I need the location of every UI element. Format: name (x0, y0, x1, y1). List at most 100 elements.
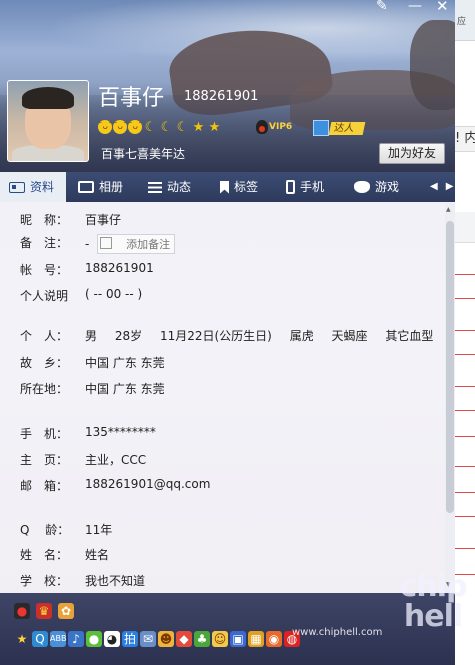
game-icon[interactable]: ☻ (158, 631, 174, 647)
list-icon (148, 181, 162, 193)
info-row-account: 帐 号： 188261901 (20, 261, 154, 278)
app-icon[interactable]: ◉ (266, 631, 282, 647)
daren-badge[interactable]: 达人 (313, 120, 366, 136)
profile-window: ✎ — ✕ 百事仔 188261901 ˘ᴗ˘ ˘ᴗ˘ ˘ᴗ˘ ☾ ☾ ☾ ★ … (0, 0, 455, 665)
info-row-remark: 备 注： - 添加备注 (20, 234, 189, 254)
id-card-icon (9, 181, 25, 193)
tab-games[interactable]: 游戏 (354, 172, 399, 202)
weibo-icon[interactable]: 拍 (122, 631, 138, 647)
signature: 百事七喜美年达 (101, 147, 186, 161)
tab-profile[interactable]: 资料 (0, 172, 66, 202)
info-label: Q 龄： (20, 523, 70, 537)
info-value: 姓名 (85, 548, 110, 562)
info-label: 主 页： (20, 453, 69, 467)
chat-icon[interactable]: ● (86, 631, 102, 647)
info-value: 百事仔 (85, 213, 122, 227)
app-icon[interactable]: ABB (50, 631, 66, 647)
star-icon[interactable]: ★ (14, 631, 30, 647)
pet-icon[interactable]: ✿ (58, 603, 74, 619)
gender: 男 (85, 329, 98, 343)
info-value: - (85, 237, 90, 251)
bottom-app-bar: ● ♛ ✿ ★ Q ABB ♪ ● ◕ 拍 ✉ ☻ ◆ ♣ ☺ ▣ ▦ ◉ ◍ … (0, 593, 455, 665)
minimize-icon[interactable]: — (408, 0, 422, 14)
sun-face-icon: ˘ᴗ˘ (113, 120, 128, 134)
daren-icon (313, 120, 329, 136)
info-value: ( -- 00 -- ) (85, 287, 143, 301)
info-row-email: 邮 箱： 188261901@qq.com (20, 477, 210, 494)
level-icons[interactable]: ˘ᴗ˘ ˘ᴗ˘ ˘ᴗ˘ ☾ ☾ ☾ ★ ★ (98, 120, 222, 136)
info-label: 所在地： (20, 382, 69, 396)
music-icon[interactable]: ♪ (68, 631, 84, 647)
tab-album[interactable]: 相册 (78, 172, 123, 202)
clover-icon[interactable]: ♣ (194, 631, 210, 647)
scroll-up-icon[interactable]: ▲ (446, 206, 451, 213)
info-row-school: 学 校： 我也不知道 (20, 572, 145, 589)
crown-icon[interactable]: ♛ (36, 603, 52, 619)
bottom-badges: ● ♛ ✿ (14, 603, 74, 619)
background-window-title: 应 (457, 17, 467, 27)
info-row-personal: 个 人： 男 28岁 11月22日(公历生日) 属虎 天蝎座 其它血型 (20, 327, 445, 344)
background-divider (455, 330, 475, 331)
avatar-hair (22, 87, 74, 109)
info-value[interactable]: 188261901@qq.com (85, 477, 210, 494)
info-label: 帐 号： (20, 263, 69, 277)
add-friend-button[interactable]: 加为好友 (379, 143, 445, 164)
moon-icon: ☾ (176, 120, 189, 135)
vip-badge[interactable]: VIP6 (256, 120, 292, 134)
star-icon: ★ (192, 120, 205, 135)
tab-scroll-right-icon[interactable]: ▶ (446, 172, 454, 202)
penguin-icon (256, 120, 268, 134)
tab-mobile[interactable]: 手机 (286, 172, 324, 202)
app-icon[interactable]: ▦ (248, 631, 264, 647)
scrollbar-thumb[interactable] (446, 221, 454, 513)
info-label: 手 机： (20, 427, 69, 441)
skin-icon[interactable]: ✎ (376, 0, 388, 14)
tab-label: 游戏 (375, 180, 400, 194)
info-label: 姓 名： (20, 548, 69, 562)
constellation: 天蝎座 (331, 329, 368, 343)
star-icon: ★ (208, 120, 221, 135)
moon-icon: ☾ (144, 120, 157, 135)
background-divider (455, 298, 475, 299)
info-value: 我也不知道 (85, 574, 146, 588)
background-divider (455, 516, 475, 517)
add-remark-button[interactable]: 添加备注 (97, 234, 176, 254)
emoji-icon[interactable]: ☺ (212, 631, 228, 647)
mail-icon[interactable]: ✉ (140, 631, 156, 647)
background-divider (455, 548, 475, 549)
tab-label: 相册 (99, 180, 124, 194)
vip-level: VIP6 (269, 122, 293, 132)
tab-label: 动态 (167, 180, 192, 194)
tab-tags[interactable]: 标签 (220, 172, 258, 202)
tab-bar: 资料 相册 动态 标签 手机 游戏 ◀ ▶ (0, 172, 455, 202)
info-row-name: 姓 名： 姓名 (20, 546, 109, 563)
profile-info-panel: 昵 称： 百事仔 备 注： - 添加备注 帐 号： 188261901 个人说明… (0, 203, 445, 593)
info-value: 中国 广东 东莞 (85, 382, 165, 396)
logo-line: chip (399, 569, 468, 604)
sun-face-icon: ˘ᴗ˘ (128, 120, 143, 134)
background-window: 应 ! 内 (455, 0, 475, 665)
penguin-icon[interactable]: ● (14, 603, 30, 619)
info-value: 中国 广东 东莞 (85, 356, 165, 370)
avatar[interactable] (7, 80, 89, 162)
app-icon[interactable]: ▣ (230, 631, 246, 647)
shop-icon[interactable]: ◆ (176, 631, 192, 647)
background-divider (455, 492, 475, 493)
background-divider (455, 466, 475, 467)
tab-scroll-left-icon[interactable]: ◀ (430, 172, 438, 202)
info-row-qage: Q 龄： 11年 (20, 521, 112, 538)
qq-number: 188261901 (184, 89, 259, 104)
pet-icon[interactable]: ◕ (104, 631, 120, 647)
info-row-hometown: 故 乡： 中国 广东 东莞 (20, 354, 165, 371)
background-window-titlebar: 应 (455, 0, 475, 41)
background-divider (455, 386, 475, 387)
close-icon[interactable]: ✕ (436, 0, 449, 14)
info-value: 188261901 (85, 261, 154, 275)
background-window-tab[interactable]: ! 内 (455, 126, 475, 152)
info-value[interactable]: 主业，CCC (85, 451, 146, 468)
vertical-scrollbar[interactable]: ▲ ▼ (445, 203, 455, 593)
info-label: 备 注： (20, 236, 69, 250)
tab-label: 资料 (30, 180, 55, 194)
tab-feed[interactable]: 动态 (148, 172, 191, 202)
qzone-icon[interactable]: Q (32, 631, 48, 647)
